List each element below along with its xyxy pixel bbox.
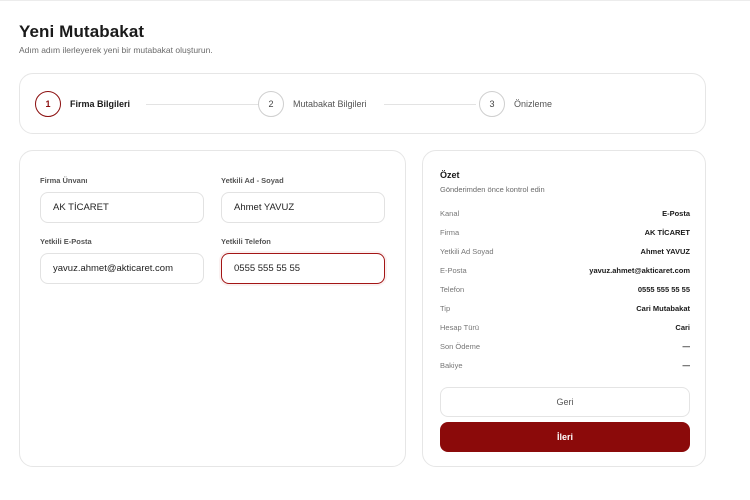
summary-card: Özet Gönderimden önce kontrol edin Kanal… [422,150,706,467]
company-name-input[interactable] [40,192,204,223]
contact-email-input[interactable] [40,253,204,284]
summary-key: Bakiye [440,361,463,370]
step-label: Firma Bilgileri [70,99,131,109]
summary-row-hesap-turu: Hesap Türü Cari [440,323,690,332]
summary-row-eposta: E-Posta yavuz.ahmet@akticaret.com [440,266,690,275]
summary-row-yetkili: Yetkili Ad Soyad Ahmet YAVUZ [440,247,690,256]
top-divider [0,0,750,4]
step-number: 2 [258,91,284,117]
summary-row-firma: Firma AK TİCARET [440,228,690,237]
step-number: 3 [479,91,505,117]
summary-value: Cari Mutabakat [636,304,690,313]
contact-phone-field: Yetkili Telefon [221,237,385,284]
stepper: 1 Firma Bilgileri 2 Mutabakat Bilgileri … [19,73,706,134]
step-connector [384,104,476,105]
summary-key: Tip [440,304,451,313]
summary-row-telefon: Telefon 0555 555 55 55 [440,285,690,294]
step-connector [146,104,260,105]
summary-key: Son Ödeme [440,342,481,351]
summary-row-son-odeme: Son Ödeme — [440,342,690,351]
step-onizleme[interactable]: 3 Önizleme [479,91,552,117]
step-number: 1 [35,91,61,117]
contact-phone-input[interactable] [221,253,385,284]
summary-key: Kanal [440,209,460,218]
summary-row-tip: Tip Cari Mutabakat [440,304,690,313]
summary-value: yavuz.ahmet@akticaret.com [589,266,690,275]
step-label: Önizleme [514,99,553,109]
summary-value: AK TİCARET [644,228,690,237]
summary-key: Telefon [440,285,465,294]
summary-value: Ahmet YAVUZ [640,247,690,256]
summary-row-bakiye: Bakiye — [440,361,690,370]
contact-email-label: Yetkili E-Posta [40,237,92,246]
summary-key: Yetkili Ad Soyad [440,247,494,256]
back-button[interactable]: Geri [440,387,690,417]
company-form-card: Firma Ünvanı Yetkili Ad - Soyad Yetkili … [19,150,406,467]
company-name-field: Firma Ünvanı [40,176,204,223]
summary-title: Özet [440,170,460,180]
contact-name-input[interactable] [221,192,385,223]
summary-key: Firma [440,228,460,237]
summary-value: — [682,361,691,370]
step-label: Mutabakat Bilgileri [293,99,367,109]
contact-name-label: Yetkili Ad - Soyad [221,176,284,185]
step-mutabakat-bilgileri[interactable]: 2 Mutabakat Bilgileri [258,91,367,117]
summary-row-kanal: Kanal E-Posta [440,209,690,218]
company-name-label: Firma Ünvanı [40,176,88,185]
contact-name-field: Yetkili Ad - Soyad [221,176,385,223]
next-button[interactable]: İleri [440,422,690,452]
summary-key: E-Posta [440,266,467,275]
summary-value: E-Posta [662,209,690,218]
page-subtitle: Adım adım ilerleyerek yeni bir mutabakat… [19,45,213,55]
summary-key: Hesap Türü [440,323,480,332]
step-firma-bilgileri[interactable]: 1 Firma Bilgileri [35,91,130,117]
summary-value: 0555 555 55 55 [637,285,690,294]
page-title: Yeni Mutabakat [19,22,145,41]
contact-phone-label: Yetkili Telefon [221,237,271,246]
summary-subtitle: Gönderimden önce kontrol edin [440,185,545,194]
summary-value: Cari [675,323,690,332]
contact-email-field: Yetkili E-Posta [40,237,204,284]
summary-value: — [682,342,691,351]
